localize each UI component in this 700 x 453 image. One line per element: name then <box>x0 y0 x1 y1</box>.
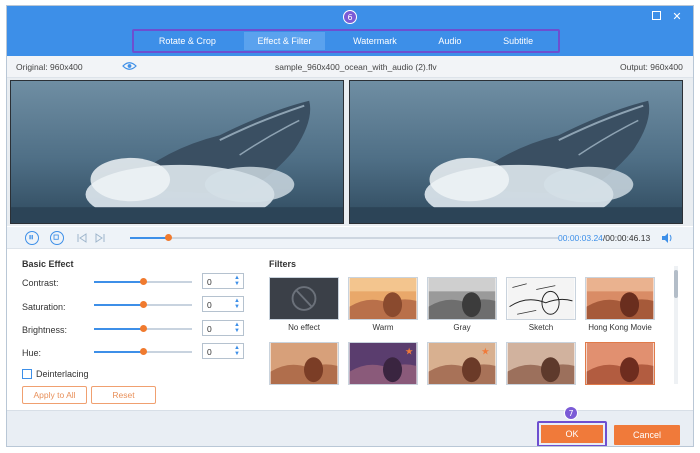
filter-gray[interactable]: Gray <box>427 277 497 332</box>
svg-text:★: ★ <box>405 346 414 357</box>
contrast-label: Contrast: <box>22 278 59 288</box>
hue-stepper[interactable]: 0 ▲ ▼ <box>202 343 244 359</box>
tab-audio[interactable]: Audio <box>424 32 475 50</box>
apply-to-all-button[interactable]: Apply to All <box>22 386 87 404</box>
maximize-icon[interactable] <box>650 11 662 23</box>
step-badge-7: 7 <box>564 406 578 420</box>
filter-hong-kong-movie[interactable]: Hong Kong Movie <box>585 277 655 332</box>
filter-item[interactable] <box>585 342 655 388</box>
contrast-stepper[interactable]: 0 ▲ ▼ <box>202 273 244 289</box>
scrollbar-thumb[interactable] <box>674 270 678 298</box>
reset-button[interactable]: Reset <box>91 386 156 404</box>
ok-button[interactable]: OK <box>541 425 603 443</box>
ok-highlight: OK <box>537 421 607 446</box>
brightness-label: Brightness: <box>22 325 68 335</box>
filter-item[interactable] <box>269 342 339 388</box>
deinterlacing-checkbox[interactable] <box>22 369 32 379</box>
filter-no-effect[interactable]: No effect <box>269 277 339 332</box>
tab-subtitle[interactable]: Subtitle <box>489 32 547 50</box>
saturation-slider[interactable] <box>94 301 192 308</box>
brightness-stepper[interactable]: 0 ▲ ▼ <box>202 320 244 336</box>
preview-area <box>7 78 693 226</box>
step-badge-6: 6 <box>343 10 357 24</box>
file-name: sample_960x400_ocean_with_audio (2).flv <box>275 62 437 72</box>
chevron-down-icon[interactable]: ▼ <box>233 351 241 357</box>
next-frame-icon[interactable] <box>93 231 107 245</box>
stop-icon <box>53 234 59 240</box>
stop-button[interactable] <box>50 231 64 245</box>
chevron-down-icon[interactable]: ▼ <box>233 328 241 334</box>
output-resolution: Output: 960x400 <box>620 62 683 72</box>
deinterlacing-label: Deinterlacing <box>36 369 89 379</box>
editor-window: 6 Rotate & Crop Effect & Filter Watermar… <box>6 5 694 447</box>
pause-icon <box>29 235 33 240</box>
previous-frame-icon[interactable] <box>75 231 89 245</box>
progress-thumb[interactable] <box>164 234 172 241</box>
close-icon[interactable]: ✕ <box>671 11 683 23</box>
hue-slider[interactable] <box>94 348 192 355</box>
filter-name: Gray <box>453 323 471 332</box>
current-time: 00:00:03.24 <box>558 233 603 243</box>
total-time: /00:00:46.13 <box>602 233 651 243</box>
tab-watermark[interactable]: Watermark <box>339 32 411 50</box>
playback-bar: 00:00:03.24/00:00:46.13 <box>7 227 693 249</box>
chevron-down-icon[interactable]: ▼ <box>233 281 241 287</box>
svg-text:★: ★ <box>481 346 490 357</box>
filter-sketch[interactable]: Sketch <box>506 277 576 332</box>
title-bar: 6 Rotate & Crop Effect & Filter Watermar… <box>7 6 693 56</box>
info-bar: Original: 960x400 sample_960x400_ocean_w… <box>7 56 693 78</box>
progress-track[interactable] <box>130 234 558 241</box>
tab-effect-filter[interactable]: Effect & Filter <box>243 32 326 50</box>
output-preview <box>349 80 683 224</box>
progress-fill <box>130 237 168 239</box>
filter-item[interactable] <box>506 342 576 388</box>
footer-bar: 7 OK Cancel <box>7 406 693 446</box>
filter-warm[interactable]: Warm <box>348 277 418 332</box>
original-resolution: Original: 960x400 <box>16 62 83 72</box>
tab-bar: Rotate & Crop Effect & Filter Watermark … <box>132 29 560 53</box>
chevron-down-icon[interactable]: ▼ <box>233 304 241 310</box>
time-display: 00:00:03.24/00:00:46.13 <box>558 233 650 243</box>
eye-icon[interactable] <box>122 61 137 71</box>
tab-rotate-crop[interactable]: Rotate & Crop <box>145 32 230 50</box>
filters-title: Filters <box>269 259 297 269</box>
filter-name: Warm <box>372 323 394 332</box>
original-preview <box>10 80 344 224</box>
basic-effect-title: Basic Effect <box>22 259 74 269</box>
filters-scrollbar[interactable] <box>674 266 678 384</box>
pause-button[interactable] <box>25 231 39 245</box>
filter-item[interactable]: ★ <box>348 342 418 388</box>
saturation-label: Saturation: <box>22 302 66 312</box>
volume-icon[interactable] <box>661 232 673 244</box>
filter-name: Sketch <box>528 323 554 332</box>
brightness-slider[interactable] <box>94 325 192 332</box>
saturation-stepper[interactable]: 0 ▲ ▼ <box>202 296 244 312</box>
contrast-slider[interactable] <box>94 278 192 285</box>
filter-name: Hong Kong Movie <box>588 323 652 332</box>
cancel-button[interactable]: Cancel <box>614 425 680 445</box>
filter-item[interactable]: ★ <box>427 342 497 388</box>
filter-name: No effect <box>288 323 320 332</box>
hue-label: Hue: <box>22 348 42 358</box>
